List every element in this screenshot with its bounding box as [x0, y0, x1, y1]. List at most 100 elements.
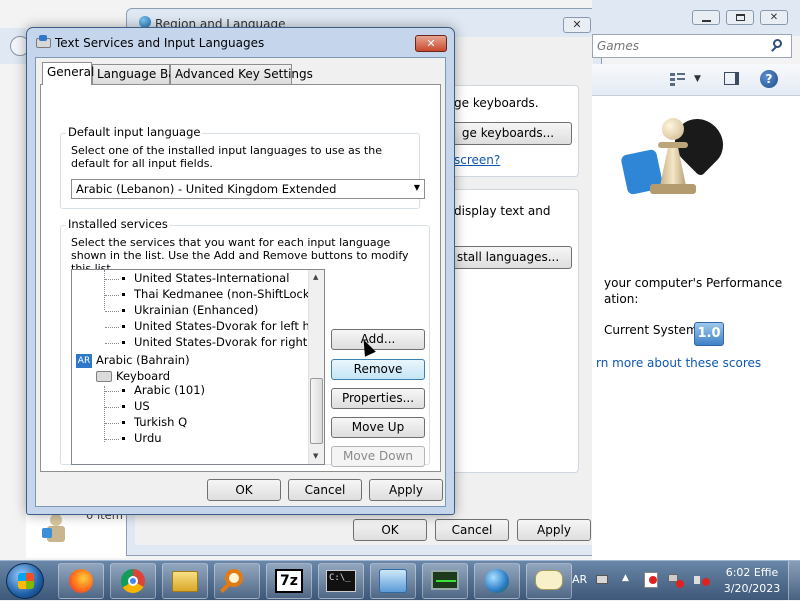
default-input-language-legend: Default input language [66, 125, 203, 139]
chrome-icon [121, 569, 145, 593]
tree-item[interactable]: US [134, 399, 150, 413]
dialog-content: General Language Bar Advanced Key Settin… [35, 57, 446, 507]
tab-language-bar[interactable]: Language Bar [92, 64, 181, 84]
search-icon[interactable] [771, 39, 785, 53]
view-options-icon[interactable] [670, 72, 686, 86]
move-up-button[interactable]: Move Up [331, 417, 425, 438]
file-explorer-icon [172, 571, 198, 592]
keyboard-layout-icon[interactable] [596, 575, 608, 584]
tree-item[interactable]: Thai Kedmanee (non-ShiftLock) [134, 287, 314, 301]
bullet-icon [122, 341, 125, 344]
tab-general[interactable]: General [42, 62, 94, 85]
learn-about-scores-link[interactable]: rn more about these scores [596, 356, 761, 370]
control-panel-icon [379, 569, 407, 593]
region-apply-button[interactable]: Apply [517, 519, 591, 541]
bullet-icon [122, 277, 125, 280]
start-button[interactable] [6, 563, 44, 599]
bullet-icon [122, 325, 125, 328]
restore-button[interactable] [726, 10, 754, 25]
keyboard-app-icon [36, 35, 51, 49]
tree-item[interactable]: Urdu [134, 431, 162, 445]
7zip-icon: 7z [275, 569, 303, 593]
games-search-box[interactable] [592, 34, 792, 58]
tree-item[interactable]: United States-Dvorak for right hand [134, 335, 324, 349]
onscreen-keyboard-link[interactable]: screen? [454, 153, 500, 167]
help-icon[interactable]: ? [760, 70, 778, 88]
games-search-input[interactable] [597, 37, 767, 55]
taskbar-file-explorer[interactable] [162, 563, 208, 599]
taskbar-network-monitor[interactable] [422, 563, 468, 599]
default-input-language-value: Arabic (Lebanon) - United Kingdom Extend… [76, 182, 337, 196]
minimize-button[interactable] [692, 10, 720, 25]
ok-button[interactable]: OK [207, 479, 281, 501]
dialog-close-button[interactable]: ✕ [415, 35, 447, 52]
tree-item[interactable]: Turkish Q [134, 415, 187, 429]
installed-services-tree[interactable]: United States-International Thai Kedmane… [71, 269, 325, 465]
tree-scrollbar[interactable]: ▲ ▼ [308, 270, 324, 464]
language-indicator[interactable]: AR [572, 573, 587, 586]
games-chess-icon [618, 109, 733, 226]
games-toolbar: ▼ ? [592, 64, 800, 96]
install-languages-button[interactable]: stall languages... [444, 246, 572, 269]
taskbar-chrome[interactable] [110, 563, 156, 599]
language-badge-icon: AR [76, 354, 92, 368]
region-cancel-button[interactable]: Cancel [435, 519, 509, 541]
remove-button[interactable]: Remove [331, 359, 425, 380]
games-chess-small-icon [42, 514, 70, 544]
globe-icon [485, 569, 509, 593]
bullet-icon [122, 293, 125, 296]
region-ok-button[interactable]: OK [353, 519, 427, 541]
dialog-title: Text Services and Input Languages [55, 36, 265, 50]
network-monitor-icon [431, 570, 459, 590]
experience-score-badge: 1.0 [694, 322, 724, 346]
command-prompt-icon: C:\_ [326, 570, 356, 592]
cancel-button[interactable]: Cancel [288, 479, 362, 501]
view-dropdown-chevron-icon[interactable]: ▼ [694, 74, 701, 84]
language-bar-icon [535, 570, 563, 590]
taskbar-firefox[interactable] [58, 563, 104, 599]
taskbar: 7z C:\_ AR ▲ 6:02 Effie 3/20/2023 [0, 560, 800, 601]
tree-item[interactable]: Ukrainian (Enhanced) [134, 303, 258, 317]
taskbar-language-bar[interactable] [526, 563, 572, 599]
bullet-icon [122, 405, 125, 408]
taskbar-control-panel[interactable] [370, 563, 416, 599]
show-desktop-button[interactable] [788, 561, 800, 601]
performance-text: your computer's Performance [604, 276, 783, 290]
taskbar-command-prompt[interactable]: C:\_ [318, 563, 364, 599]
properties-button[interactable]: Properties... [331, 388, 425, 409]
installed-services-legend: Installed services [66, 217, 170, 231]
games-close-button[interactable]: ✕ [760, 10, 788, 25]
default-input-language-select[interactable]: Arabic (Lebanon) - United Kingdom Extend… [71, 179, 425, 199]
firefox-icon [69, 569, 93, 593]
tree-item[interactable]: United States-International [134, 271, 289, 285]
taskbar-globe[interactable] [474, 563, 520, 599]
tree-keyboard-node[interactable]: Keyboard [116, 369, 170, 383]
tree-language-node[interactable]: Arabic (Bahrain) [96, 353, 190, 367]
clock-date[interactable]: 3/20/2023 [722, 582, 782, 595]
scroll-up-arrow-icon[interactable]: ▲ [313, 273, 318, 281]
default-input-description: Select one of the installed input langua… [71, 144, 382, 170]
tab-advanced-key-settings[interactable]: Advanced Key Settings [170, 64, 313, 84]
clock-time[interactable]: 6:02 Effie [722, 566, 782, 579]
scroll-down-arrow-icon[interactable]: ▼ [313, 452, 318, 460]
region-language-close-button[interactable]: ✕ [563, 17, 591, 33]
volume-muted-icon[interactable] [694, 572, 710, 588]
background-window-edge [0, 28, 30, 64]
change-keyboards-button[interactable]: ge keyboards... [444, 122, 572, 145]
move-down-button[interactable]: Move Down [331, 446, 425, 467]
action-center-flag-icon[interactable] [644, 572, 658, 588]
taskbar-search-tool[interactable] [214, 563, 260, 599]
tree-item[interactable]: Arabic (101) [134, 383, 205, 397]
scrollbar-thumb[interactable] [310, 378, 323, 444]
show-hidden-icons-chevron-icon[interactable]: ▲ [622, 573, 629, 583]
add-button[interactable]: Add... [331, 329, 425, 350]
games-main-area: your computer's Performance ation: Curre… [592, 96, 800, 560]
apply-button[interactable]: Apply [369, 479, 443, 501]
network-status-icon[interactable] [668, 572, 684, 588]
restore-icon [736, 14, 745, 21]
taskbar-7zip[interactable]: 7z [266, 563, 312, 599]
tree-item[interactable]: United States-Dvorak for left hand [134, 319, 324, 333]
chevron-down-icon[interactable]: ▼ [414, 183, 420, 192]
bullet-icon [122, 389, 125, 392]
preview-pane-icon[interactable] [724, 72, 739, 85]
